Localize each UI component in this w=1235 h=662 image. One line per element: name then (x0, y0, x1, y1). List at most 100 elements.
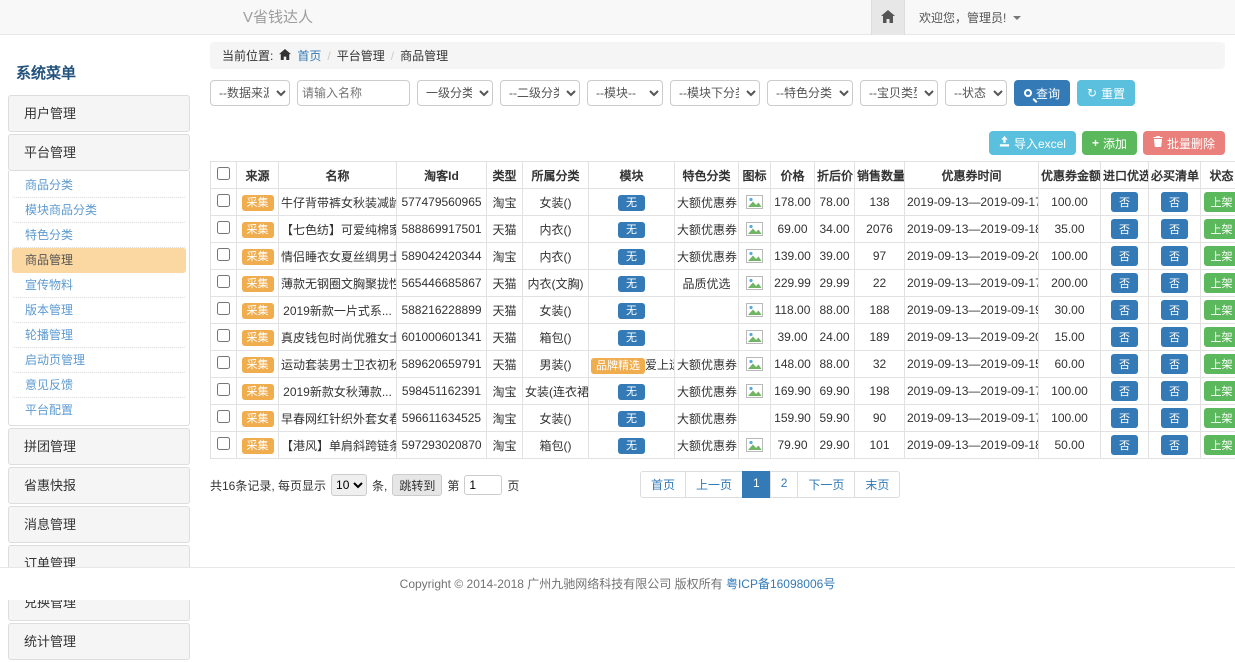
sidebar-item-1-5[interactable]: 版本管理 (12, 298, 186, 323)
feature-category-select[interactable]: --特色分类-- (767, 80, 853, 106)
status-badge[interactable]: 上架 (1204, 408, 1235, 428)
import-select-toggle[interactable]: 否 (1111, 273, 1138, 293)
status-select[interactable]: --状态-- (945, 80, 1007, 106)
status-cell: 上架 (1201, 270, 1235, 297)
sidebar-group-3[interactable]: 省惠快报 (8, 467, 190, 504)
records-count-text: 共16条记录, 每页显示 (210, 477, 326, 494)
import-select-toggle[interactable]: 否 (1111, 219, 1138, 239)
sidebar-group-4[interactable]: 消息管理 (8, 506, 190, 543)
feature-category-cell: 大额优惠券 (675, 378, 739, 405)
row-checkbox[interactable] (217, 329, 230, 342)
must-buy-toggle[interactable]: 否 (1161, 246, 1188, 266)
must-buy-cell: 否 (1149, 351, 1201, 378)
query-button[interactable]: 查询 (1014, 80, 1070, 106)
module-select[interactable]: --模块-- (587, 80, 663, 106)
reset-button[interactable]: ↻重置 (1077, 80, 1135, 106)
sidebar-item-1-6[interactable]: 轮播管理 (12, 323, 186, 348)
row-checkbox[interactable] (217, 410, 230, 423)
row-checkbox[interactable] (217, 275, 230, 288)
row-checkbox[interactable] (217, 194, 230, 207)
must-buy-toggle[interactable]: 否 (1161, 327, 1188, 347)
breadcrumb-item-platform[interactable]: 平台管理 (337, 47, 385, 64)
select-all-checkbox[interactable] (217, 167, 230, 180)
import-select-toggle[interactable]: 否 (1111, 192, 1138, 212)
status-badge[interactable]: 上架 (1204, 192, 1235, 212)
prev-page-button[interactable]: 上一页 (685, 471, 743, 498)
sidebar-item-1-7[interactable]: 启动页管理 (12, 348, 186, 373)
sidebar-item-1-1[interactable]: 模块商品分类 (12, 198, 186, 223)
module-sub-select[interactable]: --模块下分类-- (670, 80, 760, 106)
page-number-input[interactable] (464, 475, 502, 495)
name-search-input[interactable] (297, 80, 410, 106)
sidebar-item-1-8[interactable]: 意见反馈 (12, 373, 186, 398)
status-badge[interactable]: 上架 (1204, 381, 1235, 401)
col-header-7: 特色分类 (675, 162, 739, 189)
import-select-toggle[interactable]: 否 (1111, 435, 1138, 455)
row-checkbox[interactable] (217, 383, 230, 396)
status-badge[interactable]: 上架 (1204, 435, 1235, 455)
must-buy-toggle[interactable]: 否 (1161, 192, 1188, 212)
sidebar-item-1-2[interactable]: 特色分类 (12, 223, 186, 248)
status-badge[interactable]: 上架 (1204, 219, 1235, 239)
sidebar-group-0[interactable]: 用户管理 (8, 95, 190, 132)
row-checkbox[interactable] (217, 356, 230, 369)
must-buy-toggle[interactable]: 否 (1161, 435, 1188, 455)
must-buy-toggle[interactable]: 否 (1161, 408, 1188, 428)
query-label: 查询 (1036, 85, 1060, 102)
must-buy-toggle[interactable]: 否 (1161, 354, 1188, 374)
page-1-button[interactable]: 1 (742, 471, 771, 498)
jump-button[interactable]: 跳转到 (392, 474, 442, 496)
icp-link[interactable]: 粤ICP备16098006号 (726, 577, 835, 591)
discount-price-cell: 24.00 (815, 324, 855, 351)
breadcrumb-item-goods[interactable]: 商品管理 (400, 47, 448, 64)
must-buy-toggle[interactable]: 否 (1161, 381, 1188, 401)
home-button[interactable] (871, 0, 905, 35)
sidebar-item-1-9[interactable]: 平台配置 (12, 398, 186, 423)
import-select-toggle[interactable]: 否 (1111, 354, 1138, 374)
next-page-button[interactable]: 下一页 (797, 471, 855, 498)
sidebar-group-1[interactable]: 平台管理 (8, 134, 190, 171)
import-select-toggle[interactable]: 否 (1111, 327, 1138, 347)
must-buy-toggle[interactable]: 否 (1161, 219, 1188, 239)
breadcrumb-home-link[interactable]: 首页 (297, 47, 321, 64)
source-badge: 采集 (242, 384, 274, 400)
status-badge[interactable]: 上架 (1204, 273, 1235, 293)
import-select-cell: 否 (1101, 432, 1149, 459)
import-select-toggle[interactable]: 否 (1111, 381, 1138, 401)
per-page-select[interactable]: 10 (331, 474, 367, 496)
row-checkbox[interactable] (217, 248, 230, 261)
row-checkbox[interactable] (217, 221, 230, 234)
must-buy-cell: 否 (1149, 216, 1201, 243)
import-select-toggle[interactable]: 否 (1111, 300, 1138, 320)
taoke-id-cell: 589620659791 (397, 351, 487, 378)
status-badge[interactable]: 上架 (1204, 354, 1235, 374)
must-buy-toggle[interactable]: 否 (1161, 300, 1188, 320)
level2-category-select[interactable]: --二级分类-- (500, 80, 580, 106)
import-select-toggle[interactable]: 否 (1111, 246, 1138, 266)
row-checkbox[interactable] (217, 437, 230, 450)
sidebar-group-2[interactable]: 拼团管理 (8, 428, 190, 465)
coupon-time-cell: 2019-09-13—2019-09-20 (905, 243, 1039, 270)
import-select-toggle[interactable]: 否 (1111, 408, 1138, 428)
batch-delete-button[interactable]: 批量删除 (1143, 131, 1225, 155)
user-menu[interactable]: 欢迎您，管理员! (905, 0, 1235, 35)
level1-category-select[interactable]: 一级分类 (417, 80, 493, 106)
page-2-button[interactable]: 2 (770, 471, 799, 498)
status-badge[interactable]: 上架 (1204, 300, 1235, 320)
import-excel-button[interactable]: 导入excel (989, 131, 1076, 155)
sidebar-item-1-3[interactable]: 商品管理 (12, 248, 186, 273)
status-badge[interactable]: 上架 (1204, 246, 1235, 266)
last-page-button[interactable]: 末页 (854, 471, 900, 498)
table-row: 采集情侣睡衣女夏丝绸男士...589042420344淘宝内衣()无大额优惠券1… (211, 243, 1235, 270)
sidebar-item-1-0[interactable]: 商品分类 (12, 173, 186, 198)
item-type-select[interactable]: --宝贝类型-- (860, 80, 938, 106)
first-page-button[interactable]: 首页 (640, 471, 686, 498)
add-button[interactable]: + 添加 (1082, 131, 1137, 155)
icon-cell (739, 189, 771, 216)
sidebar-item-1-4[interactable]: 宣传物料 (12, 273, 186, 298)
row-checkbox[interactable] (217, 302, 230, 315)
must-buy-toggle[interactable]: 否 (1161, 273, 1188, 293)
data-source-select[interactable]: --数据来源-- (210, 80, 290, 106)
status-badge[interactable]: 上架 (1204, 327, 1235, 347)
sidebar-group-7[interactable]: 统计管理 (8, 623, 190, 660)
